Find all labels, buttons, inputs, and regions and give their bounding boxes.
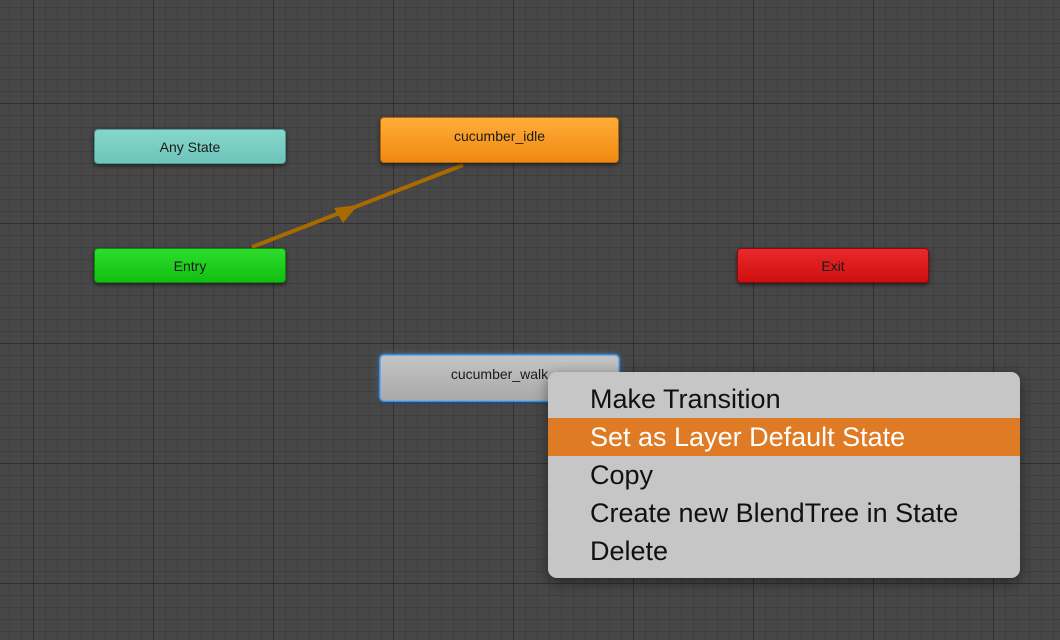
entry-node[interactable]: Entry <box>94 248 286 283</box>
state-context-menu: Make Transition Set as Layer Default Sta… <box>548 372 1020 578</box>
menu-item-copy[interactable]: Copy <box>548 456 1020 494</box>
entry-label: Entry <box>173 257 207 274</box>
exit-label: Exit <box>821 257 845 274</box>
state-label: cucumber_walk <box>450 366 549 382</box>
any-state-node[interactable]: Any State <box>94 129 286 164</box>
state-node-cucumber-idle[interactable]: cucumber_idle <box>380 117 619 163</box>
transition-arrow-icon <box>334 205 358 223</box>
menu-item-make-transition[interactable]: Make Transition <box>548 380 1020 418</box>
menu-item-set-layer-default-state[interactable]: Set as Layer Default State <box>548 418 1020 456</box>
any-state-label: Any State <box>159 138 221 155</box>
exit-node[interactable]: Exit <box>737 248 929 283</box>
transition-entry-to-idle[interactable] <box>251 163 464 249</box>
state-label: cucumber_idle <box>453 128 546 144</box>
menu-item-delete[interactable]: Delete <box>548 532 1020 570</box>
menu-item-create-blendtree[interactable]: Create new BlendTree in State <box>548 494 1020 532</box>
